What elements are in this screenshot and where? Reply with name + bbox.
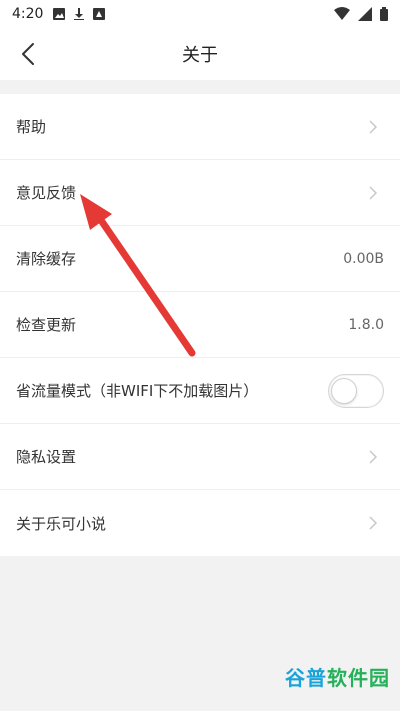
settings-list: 帮助 意见反馈 清除缓存 0.00B 检查更新 1.8.0 省流量模式（非WIF… <box>0 94 400 556</box>
settings-row-help[interactable]: 帮助 <box>0 94 400 160</box>
watermark-part2: 软件园 <box>327 666 390 690</box>
version-value: 1.8.0 <box>348 316 384 333</box>
chevron-right-icon <box>369 516 378 530</box>
app-header: 关于 <box>0 28 400 80</box>
chevron-left-icon <box>22 43 34 65</box>
settings-row-label: 检查更新 <box>16 316 77 334</box>
settings-row-label: 清除缓存 <box>16 250 77 268</box>
watermark-part1: 谷普 <box>285 666 327 690</box>
chevron-right-icon <box>369 449 378 464</box>
back-button[interactable] <box>12 38 44 70</box>
status-icons-left <box>53 8 106 20</box>
settings-row-check-update[interactable]: 检查更新 1.8.0 <box>0 292 400 358</box>
chevron-right-icon <box>369 185 378 200</box>
download-icon <box>74 8 85 20</box>
status-bar: 4:20 <box>0 0 400 28</box>
page-title: 关于 <box>182 45 218 66</box>
data-saver-toggle[interactable] <box>328 373 384 408</box>
chevron-right-icon <box>369 119 378 134</box>
settings-row-privacy[interactable]: 隐私设置 <box>0 424 400 490</box>
wifi-icon <box>334 7 350 20</box>
screen: 4:20 关于 帮助 意见反馈 清除缓存 0.00B 检查更新 1.8.0 省流… <box>0 0 400 711</box>
image-icon <box>53 8 66 20</box>
settings-row-clear-cache[interactable]: 清除缓存 0.00B <box>0 226 400 292</box>
app-icon <box>93 8 106 20</box>
cache-size-value: 0.00B <box>343 250 384 267</box>
status-icons-right <box>334 7 388 21</box>
toggle-knob <box>331 377 357 404</box>
status-time: 4:20 <box>12 6 44 22</box>
settings-row-label: 关于乐可小说 <box>16 514 107 533</box>
watermark: 谷普软件园 <box>285 662 390 691</box>
signal-icon <box>358 7 372 21</box>
settings-row-feedback[interactable]: 意见反馈 <box>0 160 400 226</box>
settings-row-label: 意见反馈 <box>16 184 77 202</box>
settings-row-label: 省流量模式（非WIFI下不加载图片） <box>16 382 259 400</box>
settings-row-data-saver: 省流量模式（非WIFI下不加载图片） <box>0 358 400 424</box>
settings-row-label: 隐私设置 <box>16 448 77 466</box>
settings-row-label: 帮助 <box>16 118 47 136</box>
settings-row-about-app[interactable]: 关于乐可小说 <box>0 490 400 556</box>
battery-icon <box>380 7 388 21</box>
